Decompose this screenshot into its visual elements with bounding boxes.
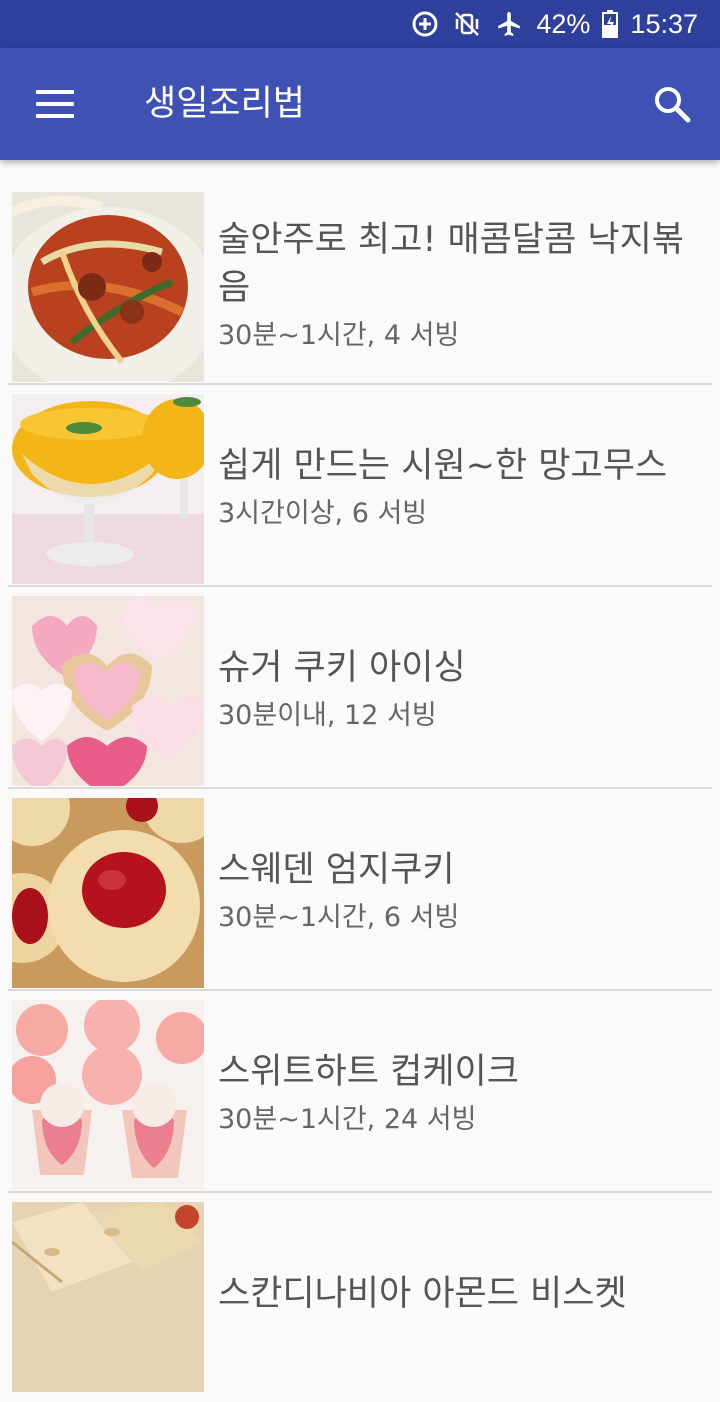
recipe-item[interactable]: 슈거 쿠키 아이싱 30분이내, 12 서빙 <box>0 594 720 796</box>
recipe-name: 스위트하트 컵케이크 <box>218 1052 519 1092</box>
data-saver-icon <box>410 9 440 39</box>
recipe-thumbnail-cookies <box>12 596 204 786</box>
recipe-meta: 30분~1시간, 4 서빙 <box>218 320 460 351</box>
recipe-thumbnail-mango <box>12 394 204 584</box>
recipe-name: 스칸디나비아 아몬드 비스켓 <box>218 1274 627 1314</box>
status-bar: 42% 15:37 <box>0 0 720 48</box>
recipe-item[interactable]: 스위트하트 컵케이크 30분~1시간, 24 서빙 <box>0 998 720 1200</box>
recipe-meta: 30분이내, 12 서빙 <box>218 700 437 731</box>
recipe-meta: 30분~1시간, 24 서빙 <box>218 1104 477 1135</box>
recipe-thumbnail-thumbprint <box>12 798 204 988</box>
divider <box>8 787 712 789</box>
divider <box>8 585 712 587</box>
recipe-item[interactable]: 쉽게 만드는 시원~한 망고무스 3시간이상, 6 서빙 <box>0 392 720 594</box>
recipe-name: 슈거 쿠키 아이싱 <box>218 648 466 688</box>
recipe-meta: 30분~1시간, 6 서빙 <box>218 902 460 933</box>
recipe-thumbnail-biscuits <box>12 1202 204 1392</box>
divider <box>8 1191 712 1193</box>
recipe-item[interactable]: 스칸디나비아 아몬드 비스켓 <box>0 1200 720 1402</box>
recipe-item[interactable]: 술안주로 최고! 매콤달콤 낙지볶음 30분~1시간, 4 서빙 <box>0 190 720 392</box>
battery-icon <box>602 9 619 39</box>
recipe-list: 술안주로 최고! 매콤달콤 낙지볶음 30분~1시간, 4 서빙 쉽게 만드는 … <box>0 190 720 1402</box>
divider <box>8 383 712 385</box>
recipe-name: 술안주로 최고! 매콤달콤 낙지볶음 <box>218 220 685 308</box>
recipe-meta: 3시간이상, 6 서빙 <box>218 498 428 529</box>
divider <box>8 989 712 991</box>
menu-icon <box>36 90 74 94</box>
vibrate-mute-icon <box>452 9 482 39</box>
search-button[interactable] <box>648 80 696 128</box>
recipe-thumbnail-octopus <box>12 192 204 382</box>
recipe-name: 스웨덴 엄지쿠키 <box>218 850 455 890</box>
airplane-icon <box>494 9 524 39</box>
app-bar: 생일조리법 <box>0 48 720 160</box>
page-title: 생일조리법 <box>144 84 306 124</box>
clock: 15:37 <box>630 8 698 39</box>
search-icon <box>655 87 691 123</box>
menu-button[interactable] <box>22 76 90 132</box>
recipe-thumbnail-cupcakes <box>12 1000 204 1190</box>
recipe-item[interactable]: 스웨덴 엄지쿠키 30분~1시간, 6 서빙 <box>0 796 720 998</box>
recipe-name: 쉽게 만드는 시원~한 망고무스 <box>218 446 668 486</box>
battery-percent: 42% <box>536 8 591 39</box>
